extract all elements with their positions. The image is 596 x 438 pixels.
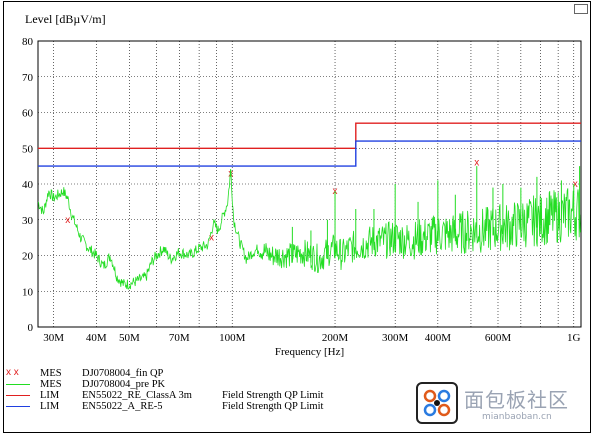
legend-name-re5: EN55022_A_RE-5 — [82, 401, 163, 412]
y-tick-label: 30 — [22, 215, 34, 227]
x-axis-label: Frequency [Hz] — [275, 346, 344, 358]
qp-marker: x — [65, 215, 70, 226]
legend-desc-classa: Field Strength QP Limit — [222, 390, 324, 401]
legend-desc-re5: Field Strength QP Limit — [222, 401, 324, 412]
y-tick-label: 40 — [22, 179, 34, 191]
x-tick-label: 50M — [119, 332, 140, 344]
legend-kind-fin-qp: MES — [40, 368, 62, 379]
watermark-title: 面包板社区 — [464, 388, 569, 412]
y-tick-label: 0 — [28, 322, 34, 334]
watermark-url: mianbaoban.cn — [482, 412, 552, 422]
x-tick-label: 300M — [382, 332, 409, 344]
y-tick-label: 20 — [22, 251, 34, 263]
watermark-logo-icon — [416, 382, 458, 424]
x-tick-label: 600M — [485, 332, 512, 344]
y-tick-label: 70 — [22, 72, 34, 84]
y-tick-label: 50 — [22, 143, 34, 155]
legend-swatch-pre-pk — [6, 384, 30, 385]
y-tick-label: 60 — [22, 108, 34, 120]
x-tick-label: 70M — [169, 332, 190, 344]
x-tick-label: 30M — [43, 332, 64, 344]
legend-name-fin-qp: DJ0708004_fin QP — [82, 368, 164, 379]
legend-kind-re5: LIM — [40, 401, 60, 412]
y-tick-label: 10 — [22, 286, 34, 298]
legend-swatch-re5 — [6, 406, 30, 407]
watermark: 面包板社区 mianbaoban.cn — [416, 382, 588, 428]
legend-name-pre-pk: DJ0708004_pre PK — [82, 379, 166, 390]
legend-name-classa: EN55022_RE_ClassA 3m — [82, 390, 192, 401]
x-tick-label: 40M — [86, 332, 107, 344]
x-tick-label: 1G — [567, 332, 581, 344]
legend-kind-pre-pk: MES — [40, 379, 62, 390]
x-tick-label: 400M — [425, 332, 452, 344]
legend-swatch-classa — [6, 395, 30, 396]
y-tick-label: 80 — [22, 36, 34, 48]
x-tick-label: 200M — [322, 332, 349, 344]
legend-kind-classa: LIM — [40, 390, 60, 401]
x-tick-label: 100M — [219, 332, 246, 344]
